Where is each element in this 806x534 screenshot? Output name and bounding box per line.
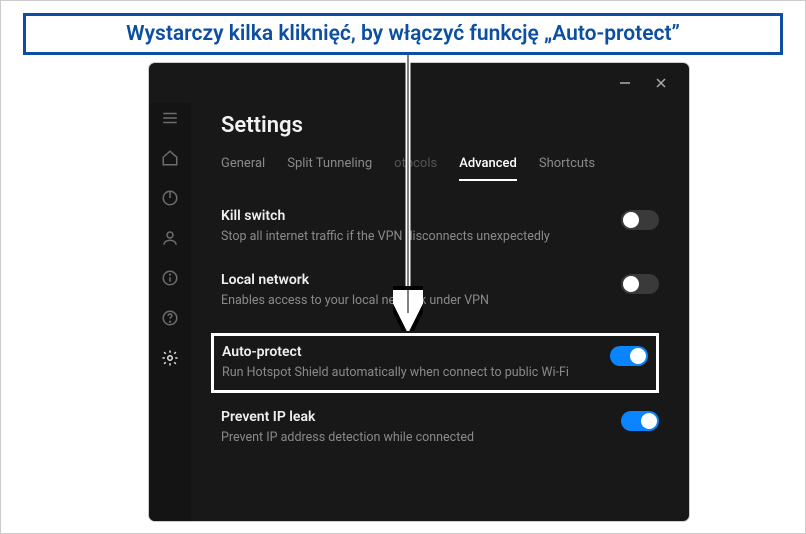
annotation-arrow: [393, 51, 423, 331]
tab-advanced[interactable]: Advanced: [459, 156, 517, 181]
setting-prevent-ip-leak: Prevent IP leak Prevent IP address detec…: [221, 407, 659, 449]
content-panel: Settings General Split Tunneling otocols…: [191, 103, 689, 521]
tab-split-tunneling[interactable]: Split Tunneling: [287, 156, 372, 181]
account-icon[interactable]: [159, 227, 181, 249]
setting-title: Prevent IP leak: [221, 409, 605, 425]
tab-general[interactable]: General: [221, 156, 265, 181]
info-icon[interactable]: [159, 267, 181, 289]
close-button[interactable]: [643, 69, 679, 97]
page-title: Settings: [221, 113, 659, 138]
setting-auto-protect: Auto-protect Run Hotspot Shield automati…: [211, 333, 659, 393]
settings-icon[interactable]: [159, 347, 181, 369]
sidebar: [149, 103, 191, 521]
help-icon[interactable]: [159, 307, 181, 329]
setting-desc: Prevent IP address detection while conne…: [221, 429, 605, 447]
setting-kill-switch: Kill switch Stop all internet traffic if…: [221, 206, 659, 248]
minimize-button[interactable]: [607, 69, 643, 97]
home-icon[interactable]: [159, 147, 181, 169]
tabs: General Split Tunneling otocols Advanced…: [221, 156, 659, 182]
setting-local-network: Local network Enables access to your loc…: [221, 270, 659, 312]
toggle-auto-protect[interactable]: [610, 346, 648, 366]
power-icon[interactable]: [159, 187, 181, 209]
toggle-local-network[interactable]: [621, 274, 659, 294]
tab-shortcuts[interactable]: Shortcuts: [539, 156, 595, 181]
toggle-prevent-ip-leak[interactable]: [621, 411, 659, 431]
annotation-banner: Wystarczy kilka kliknięć, by włączyć fun…: [23, 13, 783, 55]
setting-title: Auto-protect: [222, 344, 594, 360]
toggle-kill-switch[interactable]: [621, 210, 659, 230]
menu-icon[interactable]: [159, 107, 181, 129]
setting-desc: Run Hotspot Shield automatically when co…: [222, 364, 594, 382]
